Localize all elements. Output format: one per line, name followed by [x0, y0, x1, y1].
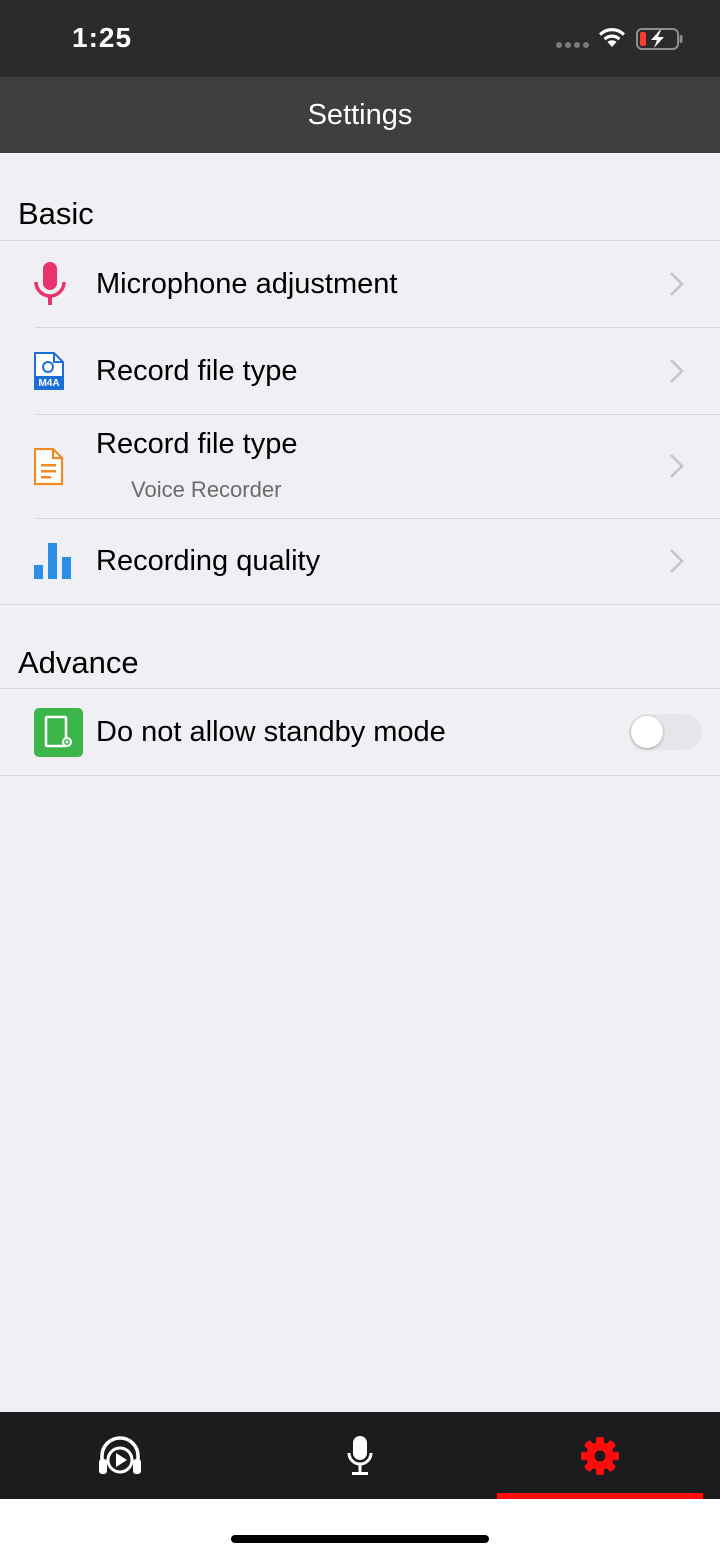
- advance-settings-group: Do not allow standby mode: [0, 688, 720, 776]
- chevron-right-icon: [670, 359, 684, 383]
- row-record-file-type[interactable]: M4A Record file type: [0, 327, 720, 414]
- m4a-file-icon: M4A: [34, 352, 64, 390]
- toggle-knob: [631, 716, 663, 748]
- row-microphone-adjustment[interactable]: Microphone adjustment: [0, 241, 720, 327]
- row-label: Record file type: [96, 428, 298, 460]
- page-title: Settings: [307, 99, 413, 131]
- row-recording-quality[interactable]: Recording quality: [0, 518, 720, 604]
- home-indicator-area: [0, 1499, 720, 1558]
- tab-record[interactable]: [240, 1412, 480, 1499]
- standby-mode-toggle[interactable]: [629, 714, 702, 750]
- row-sublabel: Voice Recorder: [131, 477, 282, 502]
- document-icon: [34, 448, 64, 486]
- chevron-right-icon: [670, 549, 684, 573]
- chevron-right-icon: [670, 454, 684, 478]
- row-record-file-type-voice-recorder[interactable]: Record file type Voice Recorder: [0, 414, 720, 518]
- section-header-advance: Advance: [18, 645, 139, 680]
- battery-charging-icon: [636, 28, 683, 50]
- microphone-icon: [347, 1435, 373, 1475]
- section-header-basic: Basic: [18, 196, 94, 231]
- status-time: 1:25: [72, 22, 133, 53]
- chevron-right-icon: [670, 272, 684, 296]
- basic-settings-group: Microphone adjustment M4A Record file ty…: [0, 240, 720, 605]
- status-bar: 1:25: [0, 0, 720, 77]
- bar-chart-icon: [34, 543, 71, 579]
- cellular-signal-icon: [556, 42, 589, 48]
- row-label: Record file type: [96, 355, 298, 387]
- m4a-badge-text: M4A: [38, 378, 59, 389]
- home-indicator[interactable]: [231, 1535, 489, 1543]
- standby-screen-icon: [34, 708, 83, 757]
- row-label: Do not allow standby mode: [96, 716, 446, 748]
- row-label: Recording quality: [96, 545, 321, 577]
- tab-settings[interactable]: [480, 1412, 720, 1499]
- tab-bar: [0, 1412, 720, 1499]
- gear-icon: [581, 1436, 619, 1475]
- row-standby-mode: Do not allow standby mode: [0, 689, 720, 775]
- microphone-icon: [34, 262, 66, 305]
- navigation-bar: Settings: [0, 77, 720, 153]
- tab-player[interactable]: [0, 1412, 240, 1499]
- row-label: Microphone adjustment: [96, 268, 398, 300]
- headphones-play-icon: [99, 1435, 141, 1474]
- wifi-icon: [599, 27, 625, 47]
